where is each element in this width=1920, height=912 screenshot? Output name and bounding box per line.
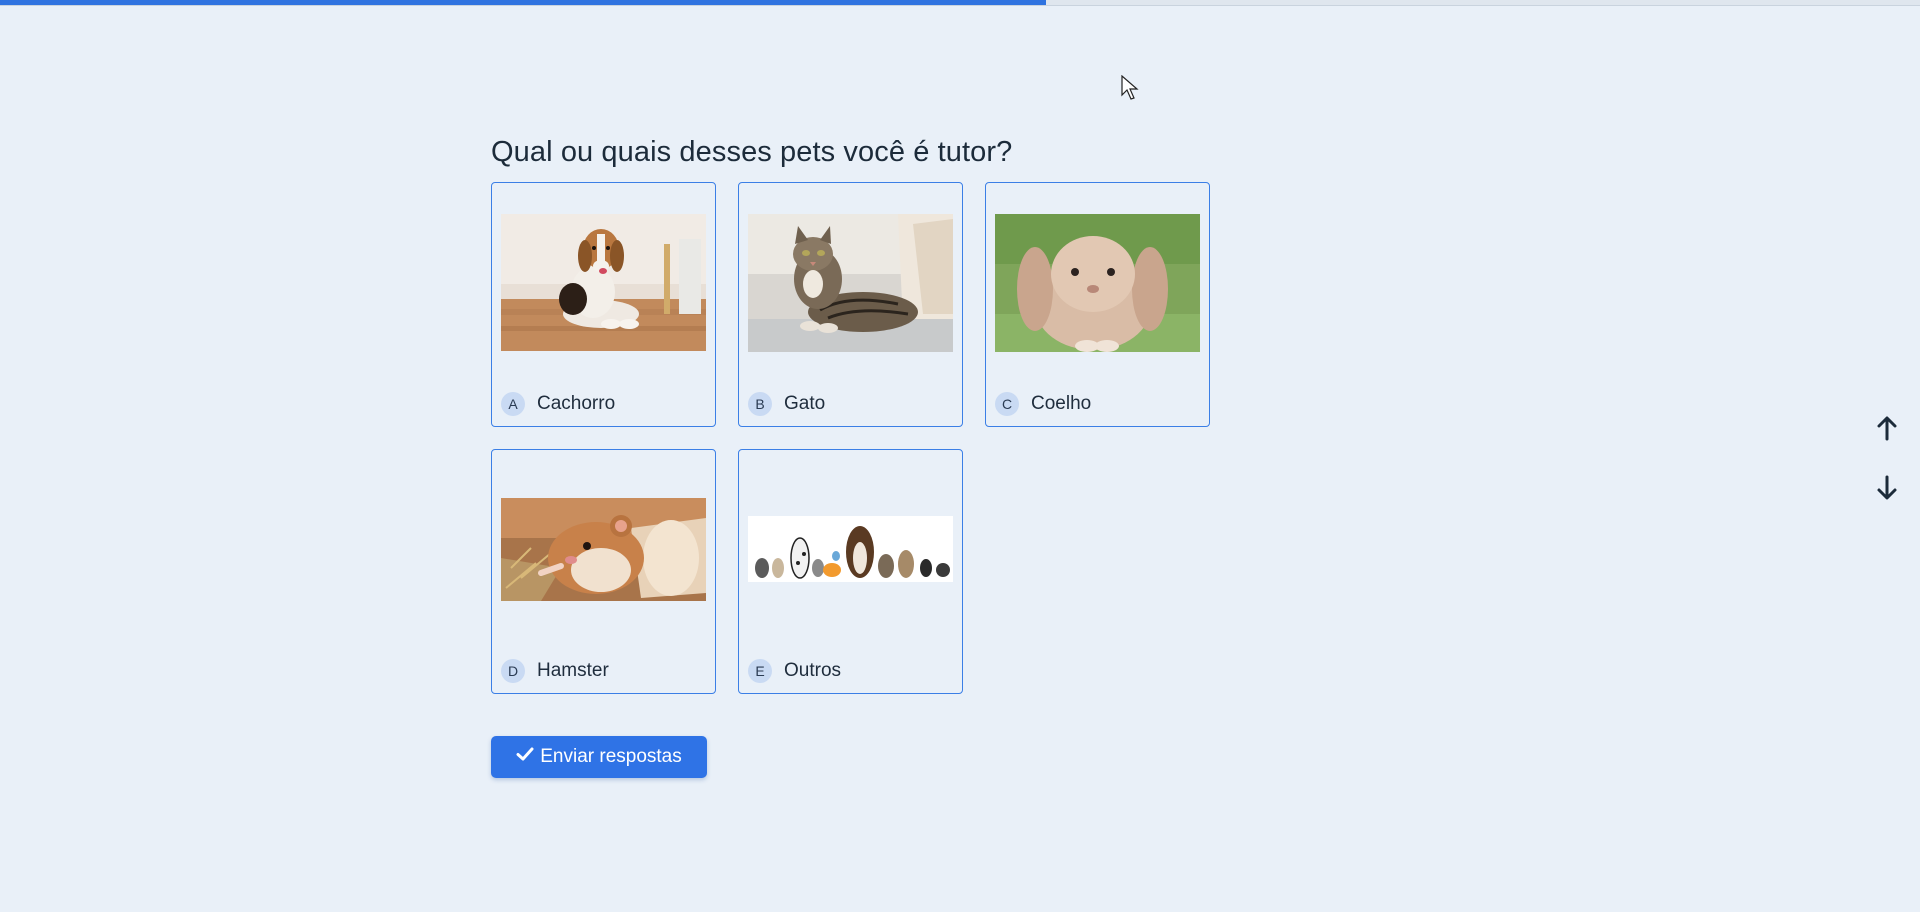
option-coelho[interactable]: C Coelho — [985, 182, 1210, 427]
option-hamster[interactable]: D Hamster — [491, 449, 716, 694]
option-label: Outros — [784, 660, 842, 681]
progress-bar — [0, 0, 1920, 6]
option-key-badge: B — [748, 392, 772, 416]
option-key-badge: A — [501, 392, 525, 416]
progress-bar-fill — [0, 0, 1047, 5]
mouse-cursor-icon — [1121, 74, 1139, 101]
submit-label: Enviar respostas — [540, 746, 682, 767]
option-key-badge: D — [501, 659, 525, 683]
option-cachorro[interactable]: A Cachorro — [491, 182, 716, 427]
option-label: Coelho — [1031, 393, 1092, 414]
submit-button[interactable]: Enviar respostas — [491, 736, 707, 778]
question-title: Qual ou quais desses pets você é tutor? — [491, 136, 1013, 168]
option-label: Hamster — [537, 660, 609, 681]
option-key-badge: E — [748, 659, 772, 683]
option-label: Cachorro — [537, 393, 616, 414]
arrow-up-icon[interactable] — [1872, 413, 1902, 443]
cat-photo — [748, 214, 953, 352]
option-label: Gato — [784, 393, 826, 414]
hamster-photo — [501, 498, 706, 601]
option-outros[interactable]: E Outros — [738, 449, 963, 694]
check-icon — [516, 746, 534, 768]
option-gato[interactable]: B Gato — [738, 182, 963, 427]
pets-group-photo — [748, 516, 953, 582]
option-key-badge: C — [995, 392, 1019, 416]
dog-photo — [501, 214, 706, 351]
rabbit-photo — [995, 214, 1200, 352]
arrow-down-icon[interactable] — [1872, 473, 1902, 503]
